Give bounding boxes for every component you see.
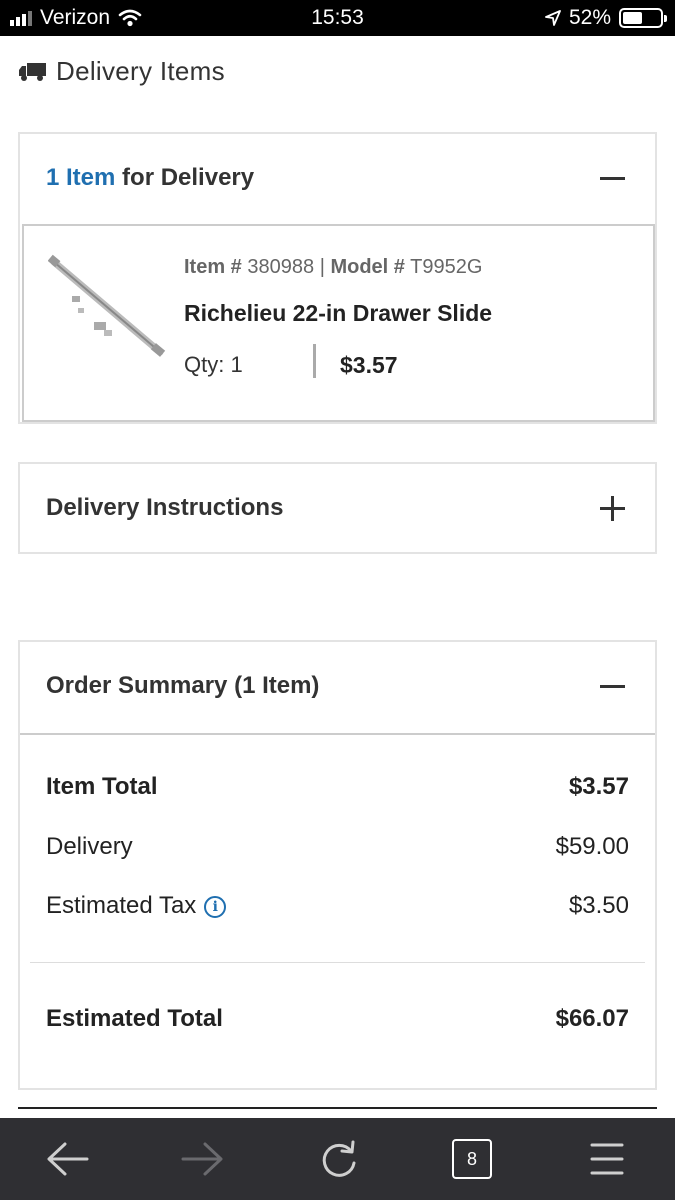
delivery-instructions-header[interactable]: Delivery Instructions — [20, 464, 655, 552]
item-price: $3.57 — [340, 352, 398, 378]
summary-label: Delivery — [46, 833, 133, 860]
product-name[interactable]: Richelieu 22-in Drawer Slide — [184, 300, 492, 327]
item-count-label: 1 Item — [46, 164, 116, 191]
order-summary-header[interactable]: Order Summary (1 Item) — [20, 642, 655, 730]
item-number: 380988 — [247, 256, 315, 278]
browser-toolbar: 8 — [0, 1118, 675, 1200]
tabs-icon: 8 — [452, 1139, 492, 1179]
tabs-button[interactable]: 8 — [447, 1136, 497, 1182]
model-number-label: Model # — [330, 256, 405, 278]
collapse-icon[interactable] — [597, 162, 629, 194]
delivery-title-suffix: for Delivery — [115, 164, 255, 191]
summary-divider — [30, 962, 645, 963]
battery-percent: 52% — [568, 6, 611, 29]
summary-label: Estimated Tax — [46, 892, 197, 919]
delivery-item: Item # 380988 | Model # T9952G Richelieu… — [22, 224, 655, 422]
delivery-items-title: 1 Item for Delivery — [46, 164, 254, 192]
battery-level — [623, 12, 642, 24]
page-title: Delivery Items — [56, 56, 225, 86]
item-identifiers: Item # 380988 | Model # T9952G — [184, 256, 482, 279]
info-icon[interactable]: i — [204, 896, 227, 918]
delivery-items-card: 1 Item for Delivery Item # 380988 | Mode… — [18, 132, 657, 424]
total-value: $66.07 — [555, 1005, 629, 1032]
expand-icon[interactable] — [597, 492, 629, 524]
delivery-instructions-card[interactable]: Delivery Instructions — [18, 462, 657, 554]
summary-label-wrap: Estimated Tax i — [46, 892, 227, 920]
status-right: 52% — [545, 6, 667, 30]
section-divider — [18, 1107, 657, 1109]
menu-icon — [590, 1143, 624, 1175]
reload-button[interactable] — [314, 1136, 364, 1182]
summary-value: $3.57 — [568, 773, 629, 800]
product-image — [48, 254, 166, 357]
summary-row-item-total: Item Total $3.57 — [46, 773, 629, 801]
collapse-icon[interactable] — [597, 670, 629, 702]
qty-price-divider — [313, 344, 316, 378]
total-label: Estimated Total — [46, 1005, 223, 1032]
item-number-label: Item # — [184, 256, 242, 278]
summary-row-estimated-total: Estimated Total $66.07 — [46, 1005, 629, 1033]
forward-arrow-icon — [181, 1142, 223, 1176]
truck-icon — [19, 62, 46, 81]
summary-value: $59.00 — [555, 833, 629, 860]
summary-row-delivery: Delivery $59.00 — [46, 833, 629, 861]
status-bar: Verizon 15:53 52% — [0, 0, 675, 36]
item-quantity: Qty: 1 — [184, 352, 243, 377]
order-summary-title: Order Summary (1 Item) — [46, 672, 320, 699]
summary-row-estimated-tax: Estimated Tax i $3.50 — [46, 892, 629, 920]
order-summary-body: Item Total $3.57 Delivery $59.00 Estimat… — [20, 733, 655, 1088]
back-arrow-icon — [47, 1142, 89, 1176]
location-arrow-icon — [545, 10, 561, 26]
meta-separator: | — [319, 256, 325, 278]
delivery-items-header[interactable]: 1 Item for Delivery — [20, 134, 655, 222]
model-number: T9952G — [410, 256, 483, 278]
back-button[interactable] — [42, 1136, 92, 1182]
summary-label: Item Total — [46, 773, 158, 800]
page-heading: Delivery Items — [18, 56, 225, 87]
delivery-instructions-title: Delivery Instructions — [46, 494, 284, 521]
order-summary-card: Order Summary (1 Item) Item Total $3.57 … — [18, 640, 657, 1090]
forward-button[interactable] — [178, 1136, 228, 1182]
battery-icon — [619, 8, 667, 28]
menu-button[interactable] — [582, 1136, 632, 1182]
summary-value: $3.50 — [568, 892, 629, 919]
reload-icon — [322, 1140, 356, 1177]
